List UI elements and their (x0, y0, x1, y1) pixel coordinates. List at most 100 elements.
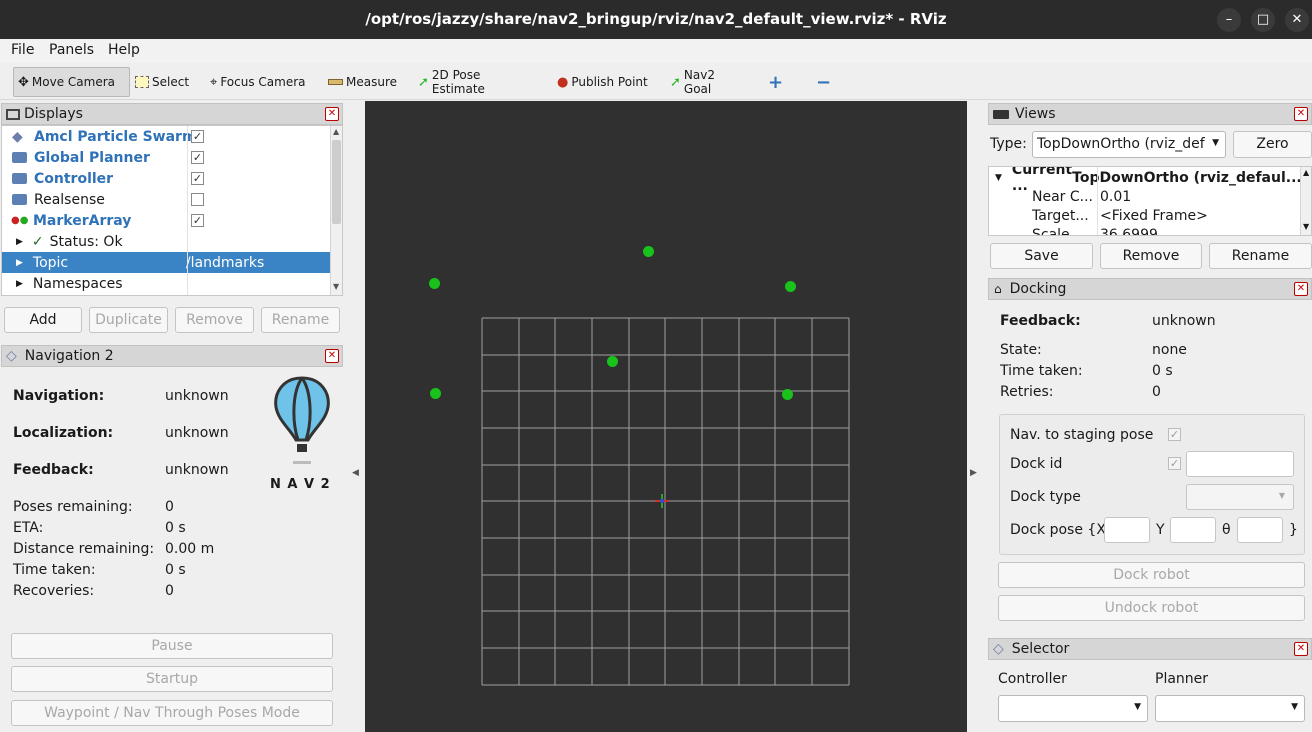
focus-camera-button[interactable]: ⌖ Focus Camera (206, 67, 316, 97)
dock-pose-x-input[interactable] (1104, 517, 1150, 543)
target-frame-value[interactable]: <Fixed Frame> (1100, 208, 1208, 224)
display-amcl[interactable]: ◆ Amcl Particle Swarm (2, 126, 330, 147)
menu-panels[interactable]: Panels (49, 42, 94, 58)
save-view-button[interactable]: Save (990, 243, 1093, 269)
focus-camera-label: Focus Camera (220, 75, 306, 89)
menu-file[interactable]: File (11, 42, 34, 58)
collapse-right-icon[interactable]: ▶ (970, 468, 977, 478)
add-button[interactable]: Add (4, 307, 82, 333)
maximize-icon[interactable]: □ (1251, 8, 1275, 32)
near-clip-label: Near C... (1032, 188, 1093, 205)
map-pin-icon: ● (557, 74, 569, 90)
display-global-planner[interactable]: Global Planner (2, 147, 330, 168)
checkbox-markerarray[interactable]: ✓ (191, 214, 204, 227)
menu-help[interactable]: Help (108, 42, 140, 58)
rename-view-button[interactable]: Rename (1209, 243, 1312, 269)
views-tree: ▼ Current ... TopDownOrtho (rviz_defaul.… (988, 166, 1312, 236)
startup-button[interactable]: Startup (11, 666, 333, 692)
dock-state-label: State: (1000, 342, 1042, 358)
goal-arrow-icon: ➚ (670, 74, 681, 90)
topic-value[interactable]: /landmarks (186, 255, 264, 271)
chevron-down-icon: ▼ (1291, 702, 1298, 712)
planner-select[interactable]: ▼ (1155, 695, 1305, 722)
diamond-icon: ◇ (993, 641, 1004, 657)
expand-arrow-icon: ▶ (16, 278, 23, 289)
toolbar: ✥ Move Camera Select ⌖ Focus Camera Meas… (0, 64, 1312, 100)
target-frame-row[interactable]: Target... <Fixed Frame> (989, 205, 1299, 226)
checkbox-controller[interactable]: ✓ (191, 172, 204, 185)
publish-point-button[interactable]: ● Publish Point (553, 67, 653, 97)
undock-robot-button[interactable]: Undock robot (998, 595, 1305, 621)
close-docking-icon[interactable]: ✕ (1294, 282, 1308, 296)
near-clip-value[interactable]: 0.01 (1100, 189, 1131, 205)
render-viewport[interactable] (365, 101, 967, 732)
close-views-icon[interactable]: ✕ (1294, 107, 1308, 121)
dock-pose-y-input[interactable] (1170, 517, 1216, 543)
views-scrollbar[interactable]: ▲ ▼ (1300, 167, 1311, 235)
near-clip-row[interactable]: Near C... 0.01 (989, 186, 1299, 207)
scale-value[interactable]: 36.6999 (1100, 227, 1158, 236)
checkbox-global-planner[interactable]: ✓ (191, 151, 204, 164)
staging-pose-checkbox[interactable]: ✓ (1168, 428, 1181, 441)
close-displays-icon[interactable]: ✕ (325, 107, 339, 121)
display-realsense[interactable]: Realsense (2, 189, 330, 210)
waypoint-mode-button[interactable]: Waypoint / Nav Through Poses Mode (11, 700, 333, 726)
rename-display-button[interactable]: Rename (261, 307, 340, 333)
nav2-goal-button[interactable]: ➚ Nav2 Goal (666, 67, 750, 97)
duplicate-button[interactable]: Duplicate (89, 307, 168, 333)
select-button[interactable]: Select (131, 67, 205, 97)
docking-header: ⌂ Docking ✕ (988, 278, 1312, 300)
displays-scrollbar[interactable]: ▲ ▼ (330, 126, 342, 295)
status-row[interactable]: ▶ ✓ Status: Ok (2, 231, 330, 252)
dock-pose-close-brace: } (1289, 522, 1298, 538)
chevron-down-icon: ▼ (1212, 138, 1219, 148)
current-view-row[interactable]: ▼ Current ... TopDownOrtho (rviz_defaul.… (989, 167, 1302, 194)
recoveries-label: Recoveries: (13, 583, 95, 599)
namespaces-row[interactable]: ▶ Namespaces (2, 273, 330, 294)
move-camera-button[interactable]: ✥ Move Camera (13, 67, 130, 97)
scroll-up-icon[interactable]: ▲ (333, 127, 339, 136)
scroll-up-icon[interactable]: ▲ (1303, 168, 1309, 177)
display-controller[interactable]: Controller (2, 168, 330, 189)
add-tool-icon[interactable]: + (764, 67, 786, 97)
pose-estimate-button[interactable]: ➚ 2D Pose Estimate (414, 67, 538, 97)
current-view-value: TopDownOrtho (rviz_defaul... (1072, 169, 1302, 186)
display-markerarray[interactable]: ●● MarkerArray (2, 210, 330, 231)
pause-button[interactable]: Pause (11, 633, 333, 659)
dock-robot-button[interactable]: Dock robot (998, 562, 1305, 588)
pose-estimate-label: 2D Pose Estimate (431, 68, 485, 96)
dock-id-checkbox[interactable]: ✓ (1168, 457, 1181, 470)
collapse-left-icon[interactable]: ◀ (352, 468, 359, 478)
remove-view-button[interactable]: Remove (1100, 243, 1202, 269)
measure-button[interactable]: Measure (324, 67, 402, 97)
views-header: Views ✕ (988, 103, 1312, 125)
close-selector-icon[interactable]: ✕ (1294, 642, 1308, 656)
dock-type-select[interactable]: ▼ (1186, 484, 1294, 510)
controller-select[interactable]: ▼ (998, 695, 1148, 722)
axes-marker (655, 494, 669, 508)
views-title: Views (1015, 106, 1056, 122)
eta-value: 0 s (165, 520, 186, 536)
dock-pose-label: Dock pose {X (1010, 522, 1106, 538)
close-icon[interactable]: ✕ (1285, 8, 1309, 32)
dock-pose-theta-input[interactable] (1237, 517, 1283, 543)
dock-id-input[interactable] (1186, 451, 1294, 477)
remove-tool-icon[interactable]: − (812, 67, 838, 97)
remove-display-button[interactable]: Remove (175, 307, 254, 333)
dock-time-value: 0 s (1152, 363, 1173, 379)
scroll-thumb[interactable] (332, 140, 341, 224)
minimize-icon[interactable]: – (1217, 8, 1241, 32)
planner-label: Planner (1155, 671, 1209, 687)
close-navigation-icon[interactable]: ✕ (325, 349, 339, 363)
zero-button[interactable]: Zero (1233, 131, 1312, 158)
scale-row[interactable]: Scale 36.6999 (989, 224, 1299, 236)
checkbox-realsense[interactable] (191, 193, 204, 206)
topic-row[interactable]: ▶ Topic /landmarks (2, 252, 330, 273)
scroll-down-icon[interactable]: ▼ (1303, 222, 1309, 231)
docking-title: Docking (1009, 281, 1067, 297)
landmark-marker (429, 278, 440, 289)
scroll-down-icon[interactable]: ▼ (333, 282, 339, 291)
view-type-select[interactable]: TopDownOrtho (rviz_def ▼ (1032, 131, 1226, 158)
dock-state-value: none (1152, 342, 1187, 358)
checkbox-amcl[interactable]: ✓ (191, 130, 204, 143)
